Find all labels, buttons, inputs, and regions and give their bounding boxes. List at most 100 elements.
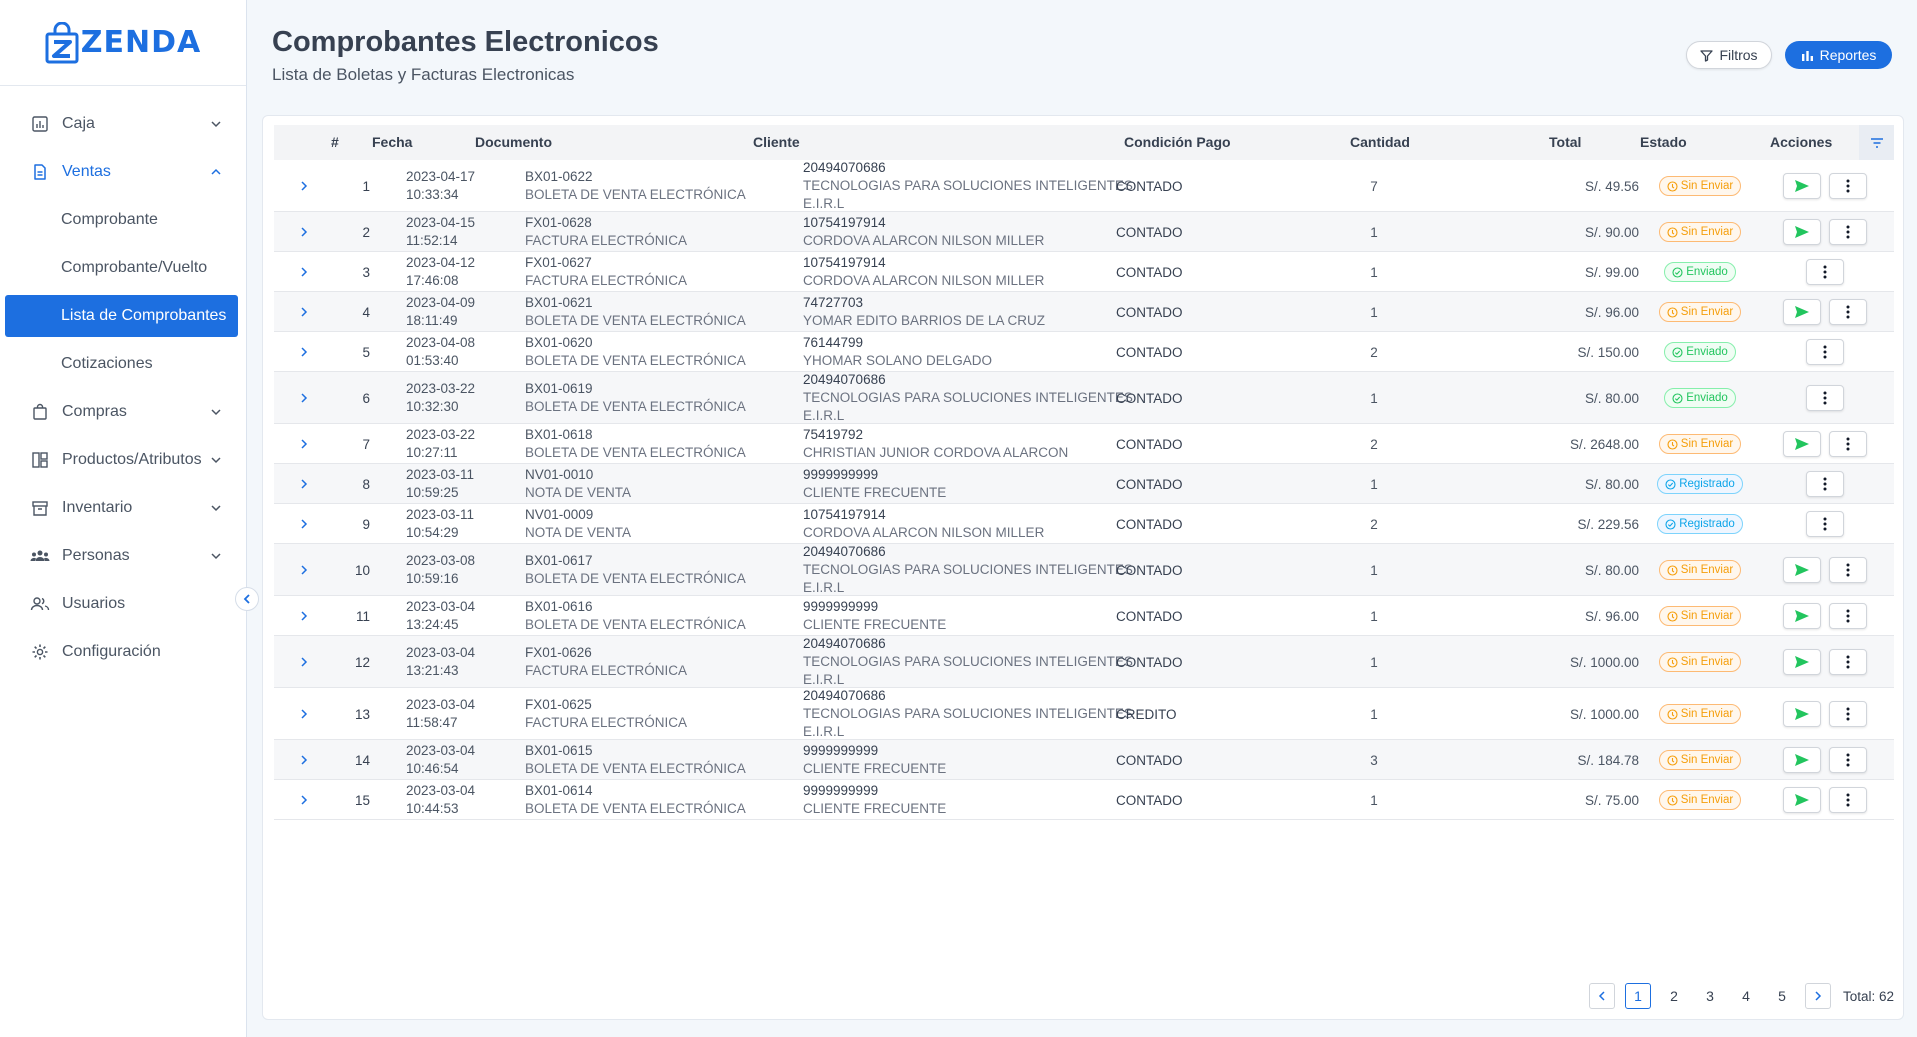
table-row[interactable]: 15 2023-03-04 10:44:53 BX01-0614 BOLETA DE V… xyxy=(274,780,1894,820)
column-header-condicion-pago[interactable]: Condición Pago xyxy=(1124,125,1231,160)
kebab-menu-icon xyxy=(1846,179,1850,193)
column-header-documento[interactable]: Documento xyxy=(475,125,552,160)
more-options-button[interactable] xyxy=(1829,701,1867,727)
table-row[interactable]: 13 2023-03-04 11:58:47 FX01-0625 FACTURA ELE… xyxy=(274,688,1894,740)
table-row[interactable]: 12 2023-03-04 13:21:43 FX01-0626 FACTURA ELE… xyxy=(274,636,1894,688)
client-name: E.I.R.L xyxy=(803,408,845,423)
more-options-button[interactable] xyxy=(1829,431,1867,457)
more-options-button[interactable] xyxy=(1829,557,1867,583)
column-filter-button[interactable] xyxy=(1859,125,1894,160)
row-cliente: 20494070686 TECNOLOGIAS PARA SOLUCIONES I… xyxy=(803,688,1133,740)
expand-row-icon[interactable] xyxy=(296,344,312,360)
send-button[interactable] xyxy=(1783,701,1821,727)
expand-row-icon[interactable] xyxy=(296,516,312,532)
expand-row-icon[interactable] xyxy=(296,752,312,768)
expand-row-icon[interactable] xyxy=(296,390,312,406)
previous-page-button[interactable] xyxy=(1589,983,1615,1009)
table-row[interactable]: 5 2023-04-08 01:53:40 BX01-0620 BOLETA DE VE… xyxy=(274,332,1894,372)
table-row[interactable]: 7 2023-03-22 10:27:11 BX01-0618 BOLETA DE VE… xyxy=(274,424,1894,464)
table-row[interactable]: 4 2023-04-09 18:11:49 BX01-0621 BOLETA DE VE… xyxy=(274,292,1894,332)
row-time: 13:21:43 xyxy=(406,663,459,678)
expand-row-icon[interactable] xyxy=(296,224,312,240)
more-options-button[interactable] xyxy=(1806,511,1844,537)
send-button[interactable] xyxy=(1783,431,1821,457)
column-header-estado[interactable]: Estado xyxy=(1640,125,1687,160)
column-header-cantidad[interactable]: Cantidad xyxy=(1350,125,1410,160)
send-button[interactable] xyxy=(1783,649,1821,675)
table-row[interactable]: 14 2023-03-04 10:46:54 BX01-0615 BOLETA DE V… xyxy=(274,740,1894,780)
sidebar-item-compras[interactable]: Compras xyxy=(0,388,246,436)
column-header-cliente[interactable]: Cliente xyxy=(753,125,800,160)
page-3-button[interactable]: 3 xyxy=(1697,983,1723,1009)
reports-button[interactable]: Reportes xyxy=(1785,41,1892,69)
row-cantidad: 1 xyxy=(1370,304,1378,320)
expand-row-icon[interactable] xyxy=(296,178,312,194)
sidebar-item-productos-atributos[interactable]: Productos/Atributos xyxy=(0,436,246,484)
expand-row-icon[interactable] xyxy=(296,476,312,492)
row-number: 3 xyxy=(362,264,370,280)
send-button[interactable] xyxy=(1783,299,1821,325)
more-options-button[interactable] xyxy=(1829,219,1867,245)
row-acciones xyxy=(1761,252,1889,292)
sidebar-item-personas[interactable]: Personas xyxy=(0,532,246,580)
expand-row-icon[interactable] xyxy=(296,264,312,280)
column-header-fecha[interactable]: Fecha xyxy=(372,125,412,160)
sidebar-item-caja[interactable]: Caja xyxy=(0,100,246,148)
column-header-total[interactable]: Total xyxy=(1549,125,1581,160)
row-total: S/. 229.56 xyxy=(1577,516,1639,532)
filters-button[interactable]: Filtros xyxy=(1686,41,1772,69)
sidebar-item-configuracion[interactable]: Configuración xyxy=(0,628,246,676)
table-row[interactable]: 2 2023-04-15 11:52:14 FX01-0628 FACTURA ELEC… xyxy=(274,212,1894,252)
more-options-button[interactable] xyxy=(1829,603,1867,629)
more-options-button[interactable] xyxy=(1806,385,1844,411)
more-options-button[interactable] xyxy=(1806,471,1844,497)
table-row[interactable]: 9 2023-03-11 10:54:29 NV01-0009 NOTA DE VENT… xyxy=(274,504,1894,544)
row-fecha: 2023-03-04 13:24:45 xyxy=(406,596,475,636)
page-5-button[interactable]: 5 xyxy=(1769,983,1795,1009)
more-options-button[interactable] xyxy=(1829,649,1867,675)
expand-row-icon[interactable] xyxy=(296,654,312,670)
row-time: 11:52:14 xyxy=(406,233,458,248)
page-2-button[interactable]: 2 xyxy=(1661,983,1687,1009)
send-button[interactable] xyxy=(1783,603,1821,629)
table-row[interactable]: 11 2023-03-04 13:24:45 BX01-0616 BOLETA DE V… xyxy=(274,596,1894,636)
send-button[interactable] xyxy=(1783,557,1821,583)
sidebar-item-inventario[interactable]: Inventario xyxy=(0,484,246,532)
more-options-button[interactable] xyxy=(1806,339,1844,365)
client-ruc: 9999999999 xyxy=(803,467,879,482)
table-row[interactable]: 8 2023-03-11 10:59:25 NV01-0010 NOTA DE VENT… xyxy=(274,464,1894,504)
sidebar-subitem-lista-de-comprobantes[interactable]: Lista de Comprobantes xyxy=(5,295,238,337)
chevron-left-icon xyxy=(1598,991,1605,1001)
expand-row-icon[interactable] xyxy=(296,562,312,578)
more-options-button[interactable] xyxy=(1829,747,1867,773)
sidebar-collapse-button[interactable] xyxy=(235,587,259,611)
sidebar-item-ventas[interactable]: Ventas xyxy=(0,148,246,196)
send-button[interactable] xyxy=(1783,747,1821,773)
expand-row-icon[interactable] xyxy=(296,608,312,624)
expand-row-icon[interactable] xyxy=(296,706,312,722)
expand-row-icon[interactable] xyxy=(296,304,312,320)
send-button[interactable] xyxy=(1783,173,1821,199)
sidebar-subitem-comprobante[interactable]: Comprobante xyxy=(0,196,246,244)
expand-row-icon[interactable] xyxy=(296,436,312,452)
table-row[interactable]: 3 2023-04-12 17:46:08 FX01-0627 FACTURA ELEC… xyxy=(274,252,1894,292)
more-options-button[interactable] xyxy=(1806,259,1844,285)
send-button[interactable] xyxy=(1783,787,1821,813)
more-options-button[interactable] xyxy=(1829,299,1867,325)
page-1-button[interactable]: 1 xyxy=(1625,983,1651,1009)
sidebar-subitem-comprobante-vuelto[interactable]: Comprobante/Vuelto xyxy=(0,244,246,292)
sidebar-item-usuarios[interactable]: Usuarios xyxy=(0,580,246,628)
table-row[interactable]: 10 2023-03-08 10:59:16 BX01-0617 BOLETA DE V… xyxy=(274,544,1894,596)
send-button[interactable] xyxy=(1783,219,1821,245)
next-page-button[interactable] xyxy=(1805,983,1831,1009)
table-row[interactable]: 1 2023-04-17 10:33:34 BX01-0622 BOLETA DE VE… xyxy=(274,160,1894,212)
row-time: 10:54:29 xyxy=(406,525,459,540)
page-4-button[interactable]: 4 xyxy=(1733,983,1759,1009)
more-options-button[interactable] xyxy=(1829,787,1867,813)
sidebar-subitem-cotizaciones[interactable]: Cotizaciones xyxy=(0,340,246,388)
logo[interactable]: ZENDA xyxy=(45,21,201,64)
table-row[interactable]: 6 2023-03-22 10:32:30 BX01-0619 BOLETA DE VE… xyxy=(274,372,1894,424)
client-ruc: 20494070686 xyxy=(803,160,886,175)
more-options-button[interactable] xyxy=(1829,173,1867,199)
expand-row-icon[interactable] xyxy=(296,792,312,808)
